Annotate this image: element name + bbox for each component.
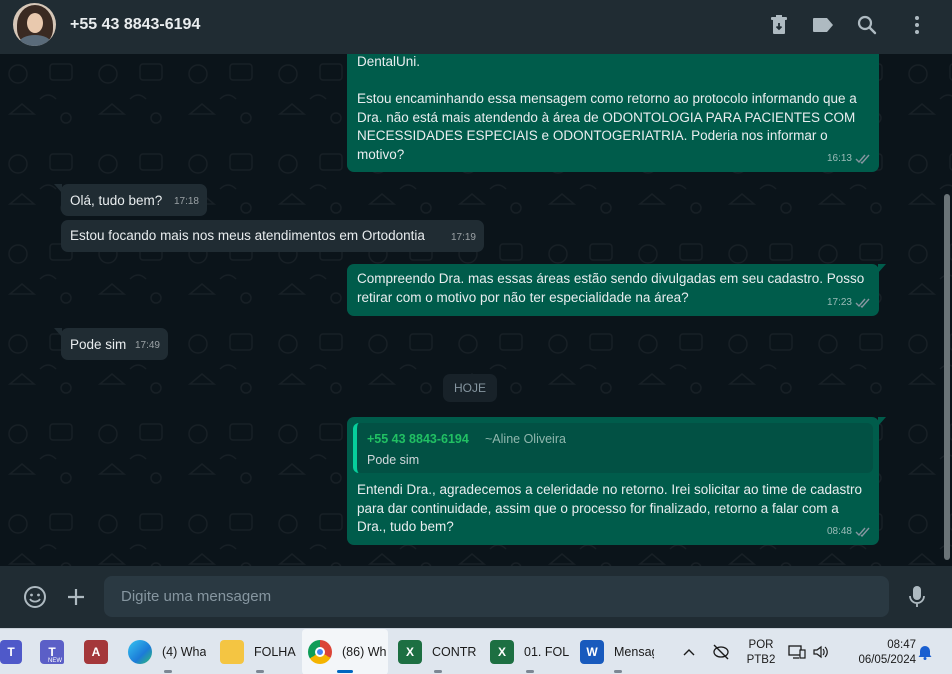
composer: [0, 566, 952, 628]
mic-icon[interactable]: [903, 583, 931, 611]
message-text: Olá, tudo bem?: [70, 193, 163, 208]
taskbar-app-label: CONTR: [432, 645, 477, 659]
message-outgoing[interactable]: DentalUni. Estou encaminhando essa mensa…: [347, 54, 879, 172]
teams-icon: T: [0, 640, 22, 664]
taskbar-app-excel-1[interactable]: X CONTR: [398, 629, 478, 674]
double-check-icon: [855, 298, 870, 308]
message-time: 08:48: [826, 525, 852, 537]
display-icon[interactable]: [788, 629, 808, 674]
keyboard-layout: PTB2: [746, 654, 776, 666]
notification-bell-icon[interactable]: [918, 629, 936, 674]
taskbar-app-label: (86) Wh: [342, 645, 387, 659]
taskbar-app-chrome[interactable]: (86) Wh: [302, 629, 388, 674]
network-offline-icon[interactable]: [712, 629, 734, 674]
message-incoming[interactable]: Olá, tudo bem? 17:18: [54, 184, 207, 216]
message-meta: 08:48: [827, 523, 871, 542]
chevron-up-icon[interactable]: [682, 629, 700, 674]
message-time: 17:19: [450, 231, 476, 243]
excel-icon: X: [490, 640, 514, 664]
message-input[interactable]: [104, 576, 889, 617]
message-meta: 17:23: [827, 294, 871, 313]
taskbar-app-word[interactable]: W Mensag: [580, 629, 656, 674]
taskbar-app-excel-2[interactable]: X 01. FOL: [490, 629, 570, 674]
message-outgoing-reply[interactable]: +55 43 8843-6194 ~Aline Oliveira Pode si…: [347, 417, 886, 545]
language-code: POR: [748, 639, 774, 651]
clock-time: 08:47: [887, 639, 916, 651]
taskbar-teams-new[interactable]: T NEW: [40, 629, 70, 674]
taskbar-teams-old[interactable]: T: [0, 629, 26, 674]
whatsapp-window: +55 43 8843-6194 DentalUni. Estou encami…: [0, 0, 952, 674]
avatar[interactable]: [13, 3, 56, 46]
chat-scrollbar[interactable]: [944, 194, 950, 560]
clock[interactable]: 08:47 06/05/2024: [842, 638, 916, 668]
access-icon: A: [84, 640, 108, 664]
message-text: Compreendo Dra. mas essas áreas estão se…: [357, 271, 869, 305]
windows-taskbar: T T NEW A (4) Wha FOLHA (86) Wh X CONTR …: [0, 628, 952, 674]
taskbar-app-label: Mensag: [614, 645, 654, 659]
plus-icon[interactable]: [62, 583, 90, 611]
message-text: DentalUni. Estou encaminhando essa mensa…: [357, 54, 857, 162]
message-meta: 16:13: [827, 150, 871, 169]
day-separator: HOJE: [443, 374, 497, 402]
language-indicator[interactable]: POR PTB2: [742, 638, 780, 668]
word-icon: W: [580, 640, 604, 664]
chat-area[interactable]: DentalUni. Estou encaminhando essa mensa…: [0, 54, 952, 566]
message-time: 17:18: [173, 195, 199, 207]
new-badge: NEW: [46, 658, 64, 664]
message-outgoing[interactable]: Compreendo Dra. mas essas áreas estão se…: [347, 264, 886, 316]
emoji-icon[interactable]: [21, 583, 49, 611]
label-icon[interactable]: [810, 12, 836, 38]
message-time: 17:23: [826, 296, 852, 308]
volume-icon[interactable]: [812, 629, 834, 674]
message-time: 16:13: [826, 152, 852, 164]
excel-icon: X: [398, 640, 422, 664]
quoted-message[interactable]: +55 43 8843-6194 ~Aline Oliveira Pode si…: [353, 423, 873, 473]
menu-icon[interactable]: [904, 12, 930, 38]
taskbar-access[interactable]: A: [84, 629, 114, 674]
quote-alias: ~Aline Oliveira: [485, 432, 566, 446]
chat-header: +55 43 8843-6194: [0, 0, 952, 54]
chrome-icon: [308, 640, 332, 664]
quote-sender: +55 43 8843-6194: [367, 432, 469, 446]
folder-icon: [220, 640, 244, 664]
taskbar-app-folder[interactable]: FOLHA: [220, 629, 300, 674]
archive-icon[interactable]: [766, 12, 792, 38]
message-text: Pode sim: [70, 337, 127, 352]
double-check-icon: [855, 527, 870, 537]
taskbar-app-label: (4) Wha: [162, 645, 207, 659]
contact-name[interactable]: +55 43 8843-6194: [70, 16, 200, 34]
edge-icon: [128, 640, 152, 664]
taskbar-app-label: 01. FOL: [524, 645, 570, 659]
clock-date: 06/05/2024: [858, 654, 916, 666]
taskbar-app-label: FOLHA: [254, 645, 296, 659]
message-time: 17:49: [134, 339, 160, 351]
message-incoming[interactable]: Pode sim 17:49: [54, 328, 168, 360]
quote-text: Pode sim: [367, 453, 420, 467]
message-text: Estou focando mais nos meus atendimentos…: [70, 228, 425, 243]
message-text: Entendi Dra., agradecemos a celeridade n…: [357, 482, 866, 534]
double-check-icon: [855, 154, 870, 164]
taskbar-app-edge[interactable]: (4) Wha: [128, 629, 208, 674]
search-icon[interactable]: [854, 12, 880, 38]
message-incoming[interactable]: Estou focando mais nos meus atendimentos…: [61, 220, 484, 252]
